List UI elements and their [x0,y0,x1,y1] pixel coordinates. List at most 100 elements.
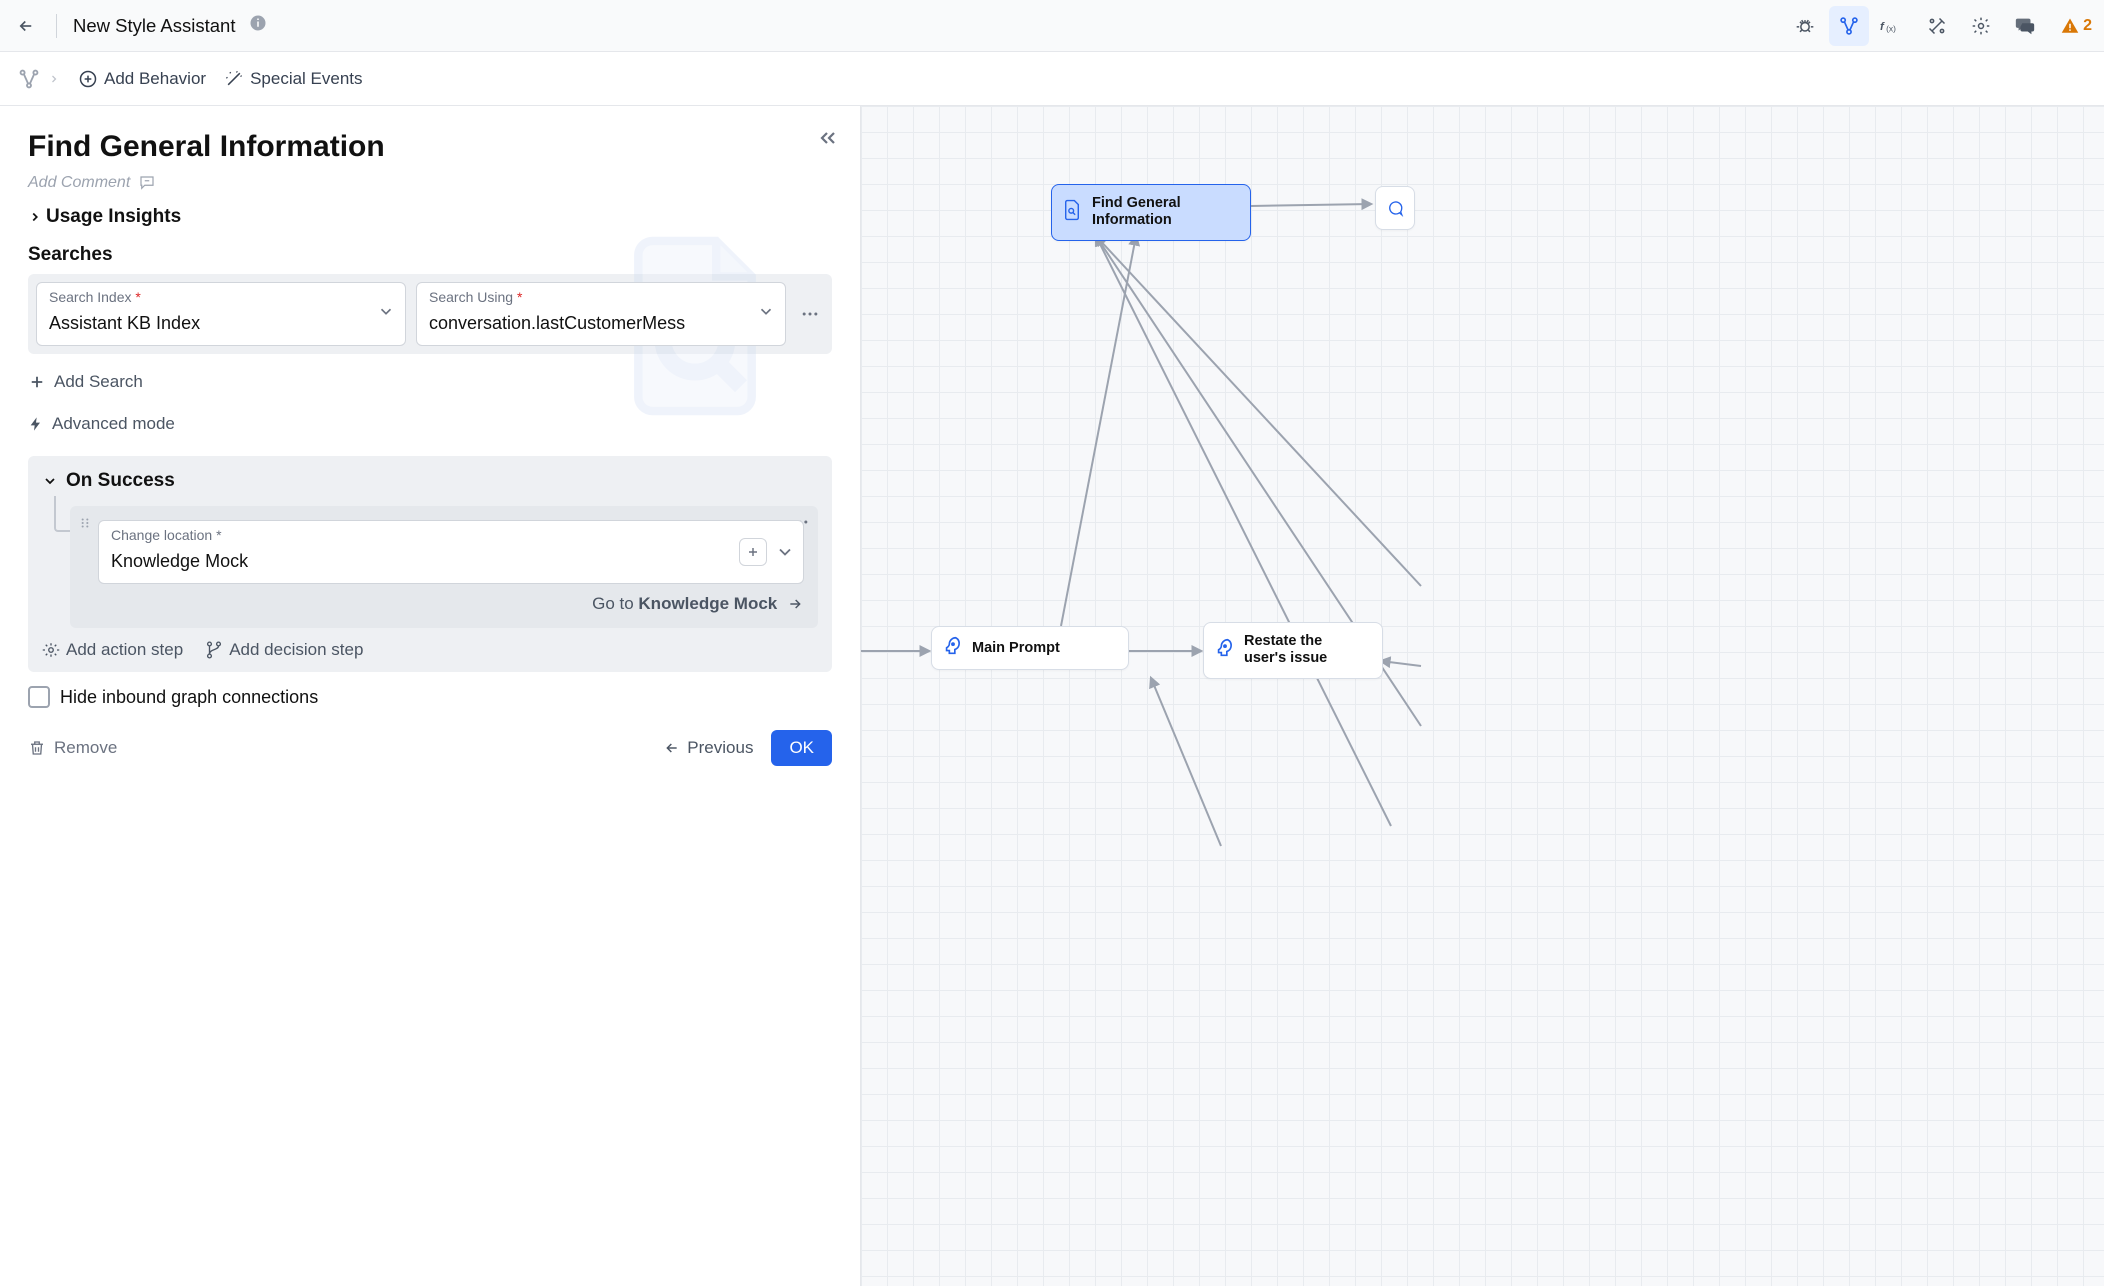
drag-handle-icon[interactable] [78,516,92,535]
chat-bubble-icon [1386,198,1404,218]
search-using-label: Search Using [429,289,513,305]
chevron-down-icon [377,303,395,326]
plus-icon [745,544,761,560]
previous-button[interactable]: Previous [663,738,753,758]
node-main-prompt[interactable]: Main Prompt [931,626,1129,670]
plus-icon [28,373,46,391]
warning-badge[interactable]: 2 [2061,17,2092,35]
node-label: Main Prompt [972,640,1060,656]
change-location-value: Knowledge Mock [111,551,248,572]
chevron-down-icon [757,303,775,326]
lightning-icon [28,415,44,433]
chevron-double-left-icon [816,126,840,150]
advanced-mode-button[interactable]: Advanced mode [28,414,832,434]
subheader: Add Behavior Special Events [0,52,2104,106]
add-action-step-button[interactable]: Add action step [42,640,183,660]
branch-icon [205,641,223,659]
speech-bubble-edit-icon [138,174,156,192]
add-location-option-button[interactable] [739,538,767,566]
collapse-panel-button[interactable] [816,126,840,155]
flow-graph-icon[interactable] [1829,6,1869,46]
graph-edges [861,106,2104,1286]
on-success-toggle[interactable]: On Success [28,456,832,506]
searches-heading: Searches [28,244,832,266]
editor-panel: Find General Information Add Comment Usa… [0,106,860,1286]
arrow-left-icon [663,740,681,756]
node-chat-partial[interactable] [1375,186,1415,230]
search-index-select[interactable]: Search Index * Assistant KB Index [36,282,406,346]
remove-label: Remove [54,738,117,758]
tools-icon[interactable] [1917,6,1957,46]
on-success-section: On Success Change location * Kno [28,456,832,672]
special-events-label: Special Events [250,69,362,89]
fx-icon[interactable]: f(x) [1873,6,1913,46]
gear-icon [42,641,60,659]
node-label: Find General Information [1092,195,1181,230]
arrow-left-icon [17,17,35,35]
back-button[interactable] [12,6,40,46]
flow-mini-icon [18,68,40,90]
add-action-step-label: Add action step [66,640,183,660]
search-using-value: conversation.lastCustomerMess [429,313,743,334]
breadcrumb-root[interactable] [18,68,60,90]
remove-button[interactable]: Remove [28,738,117,758]
node-label: Restate the user's issue [1244,633,1327,668]
info-icon[interactable] [249,14,267,37]
change-location-select[interactable]: Change location * Knowledge Mock [98,520,804,584]
plus-circle-icon [78,69,98,89]
magic-wand-icon [224,69,244,89]
search-index-label: Search Index [49,289,132,305]
hide-inbound-row: Hide inbound graph connections [28,686,832,708]
chevron-down-icon [42,473,58,489]
chat-icon[interactable] [2005,6,2045,46]
goto-prefix: Go to [592,594,638,613]
node-find-general-information[interactable]: Find General Information [1051,184,1251,241]
search-row: Search Index * Assistant KB Index Search… [28,274,832,354]
add-behavior-button[interactable]: Add Behavior [78,69,206,89]
dots-horizontal-icon [800,304,820,324]
flow-canvas[interactable]: Find General Information Main Prompt Res… [860,106,2104,1286]
header-divider [56,14,57,38]
svg-text:f: f [1880,20,1885,32]
goto-link[interactable]: Go to Knowledge Mock [98,594,804,614]
add-behavior-label: Add Behavior [104,69,206,89]
special-events-button[interactable]: Special Events [224,69,362,89]
chevron-down-icon [775,542,795,562]
usage-insights-label: Usage Insights [46,206,181,228]
change-location-label: Change location [111,527,212,543]
panel-title: Find General Information [28,130,832,164]
on-success-label: On Success [66,470,175,492]
add-comment-label: Add Comment [28,174,130,192]
search-row-menu[interactable] [796,304,824,324]
usage-insights-toggle[interactable]: Usage Insights [28,206,832,228]
ok-button[interactable]: OK [771,730,832,766]
trash-icon [28,739,46,757]
header-actions: f(x) 2 [1785,6,2092,46]
goto-target: Knowledge Mock [638,594,777,613]
ai-head-icon [1214,637,1236,663]
hide-inbound-checkbox[interactable] [28,686,50,708]
app-title: New Style Assistant [73,15,235,37]
bug-icon[interactable] [1785,6,1825,46]
chevron-right-icon [28,208,42,226]
warning-count: 2 [2083,17,2092,35]
chevron-right-icon [48,71,60,87]
document-search-icon [1062,199,1082,225]
add-search-label: Add Search [54,372,143,392]
add-decision-step-label: Add decision step [229,640,363,660]
arrow-right-icon [786,596,804,612]
add-decision-step-button[interactable]: Add decision step [205,640,363,660]
search-using-select[interactable]: Search Using * conversation.lastCustomer… [416,282,786,346]
warning-triangle-icon [2061,17,2079,35]
app-header: New Style Assistant f(x) 2 [0,0,2104,52]
search-index-value: Assistant KB Index [49,313,363,334]
advanced-mode-label: Advanced mode [52,414,175,434]
node-restate-issue[interactable]: Restate the user's issue [1203,622,1383,679]
add-search-button[interactable]: Add Search [28,372,832,392]
ai-head-icon [942,635,964,661]
add-comment-button[interactable]: Add Comment [28,174,832,192]
previous-label: Previous [687,738,753,758]
hide-inbound-label: Hide inbound graph connections [60,687,318,708]
svg-text:(x): (x) [1886,23,1896,33]
gear-icon[interactable] [1961,6,2001,46]
